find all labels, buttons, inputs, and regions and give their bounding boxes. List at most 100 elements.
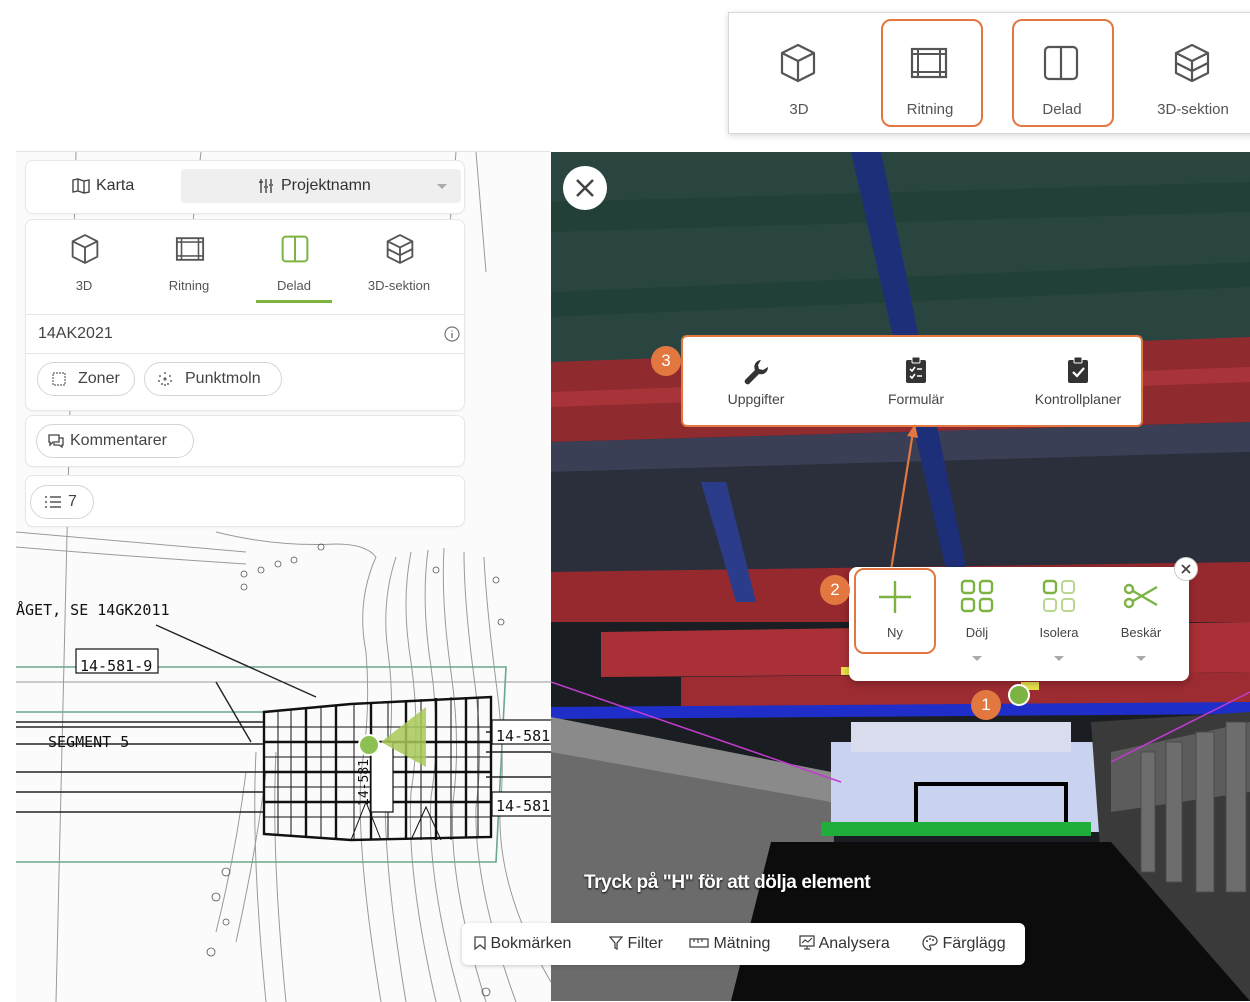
- toolbar-item-label: 3D-sektion: [1157, 101, 1229, 118]
- cad-label-segment: SEGMENT 5: [48, 733, 130, 751]
- list-icon: [45, 496, 61, 508]
- context-item-isolera[interactable]: Isolera: [1018, 567, 1100, 677]
- cube-icon: [780, 43, 816, 83]
- menu-item-formular[interactable]: Formulär: [871, 337, 961, 425]
- bottom-item-analysera[interactable]: Analysera: [799, 923, 890, 965]
- list-count-button[interactable]: 7: [30, 485, 94, 519]
- bottom-item-filter[interactable]: Filter: [608, 923, 664, 965]
- step-badge-2: 2: [820, 575, 850, 605]
- tab-projektnamn-label: Projektnamn: [281, 177, 371, 194]
- callout-title-fragment: [460, 0, 500, 6]
- cad-label-vertical: 14-581: [356, 759, 372, 806]
- highlight-delad: [1012, 19, 1114, 127]
- mode-label: 3D-sektion: [367, 278, 431, 293]
- zone-icon: [52, 372, 66, 386]
- context-item-label: Beskär: [1120, 625, 1162, 640]
- info-icon[interactable]: [444, 326, 460, 342]
- filter-icon: [608, 936, 624, 951]
- toolbar-item-3d-sektion[interactable]: 3D-sektion: [1133, 13, 1250, 133]
- bottom-item-matning[interactable]: Mätning: [689, 923, 770, 965]
- drawing-icon: [175, 237, 205, 261]
- mode-delad-active[interactable]: Delad: [244, 220, 344, 303]
- chevron-down-icon[interactable]: [1053, 655, 1065, 663]
- divider: [26, 353, 464, 354]
- divider: [26, 314, 464, 315]
- bottom-item-label: Mätning: [713, 935, 771, 952]
- hide-element-hint: Tryck på "H" för att dölja element: [584, 872, 871, 893]
- bottom-item-label: Färglägg: [942, 935, 1006, 952]
- bottom-item-label: Analysera: [818, 935, 890, 952]
- cube-section-icon: [1174, 43, 1210, 83]
- cad-label-segment-ref: ÅGET, SE 14GK2011: [16, 601, 170, 619]
- bottom-item-label: Filter: [627, 935, 664, 952]
- comment-icon: [48, 434, 64, 449]
- context-item-beskar[interactable]: Beskär: [1100, 567, 1182, 677]
- highlight-ritning: [881, 19, 983, 127]
- bottom-toolbar: Bokmärken Filter Mätning Analysera Färgl…: [462, 923, 1025, 965]
- mode-3d[interactable]: 3D: [34, 220, 134, 300]
- chip-label: Zoner: [78, 370, 120, 387]
- mode-ritning[interactable]: Ritning: [139, 220, 239, 300]
- wrench-icon: [744, 360, 769, 385]
- comments-label: Kommentarer: [70, 432, 167, 449]
- map-icon: [72, 178, 90, 194]
- element-pin[interactable]: [1008, 684, 1030, 706]
- ruler-icon: [689, 938, 709, 948]
- step-badge-3: 3: [651, 346, 681, 376]
- close-3d-button[interactable]: [563, 166, 607, 210]
- menu-item-label: Formulär: [887, 391, 944, 407]
- cad-label-section: 14-581-9: [80, 657, 153, 675]
- chevron-down-icon: [437, 184, 447, 189]
- view-mode-toolbar-callout: 3D Ritning Delad 3D-sektion: [728, 12, 1250, 134]
- split-view-icon: [281, 235, 309, 263]
- mode-3d-sektion[interactable]: 3D-sektion: [349, 220, 449, 300]
- close-context-menu-button[interactable]: [1174, 557, 1198, 581]
- context-item-dolj[interactable]: Dölj: [936, 567, 1018, 677]
- mode-label: Ritning: [168, 278, 210, 293]
- close-icon: [1181, 564, 1191, 574]
- context-item-label: Isolera: [1039, 625, 1079, 640]
- menu-item-kontrollplaner[interactable]: Kontrollplaner: [1018, 337, 1138, 425]
- toolbar-item-3d[interactable]: 3D: [739, 13, 859, 133]
- menu-item-label: Uppgifter: [727, 391, 785, 407]
- tab-karta[interactable]: Karta: [44, 161, 184, 211]
- cad-label-marker-b: 14-581: [496, 797, 551, 815]
- toolbar-item-label: 3D: [789, 101, 809, 118]
- tab-projektnamn[interactable]: Projektnamn: [181, 169, 461, 203]
- menu-item-label: Kontrollplaner: [1034, 391, 1122, 407]
- context-item-label: Dölj: [965, 625, 989, 640]
- task-type-menu: Uppgifter Formulär Kontrollplaner: [681, 335, 1143, 427]
- menu-item-uppgifter[interactable]: Uppgifter: [711, 337, 801, 425]
- chevron-down-icon[interactable]: [1135, 655, 1147, 663]
- scissors-icon: [1123, 583, 1158, 609]
- chip-zoner[interactable]: Zoner: [37, 362, 135, 396]
- bookmark-icon: [474, 936, 486, 951]
- close-icon: [576, 179, 594, 197]
- point-cloud-icon: [158, 372, 172, 386]
- comments-panel: Kommentarer: [25, 415, 465, 467]
- cube-section-icon: [386, 234, 414, 264]
- isolate-grid-icon: [1042, 579, 1075, 612]
- chevron-down-icon[interactable]: [971, 655, 983, 663]
- bottom-item-farglagg[interactable]: Färglägg: [922, 923, 1006, 965]
- view-mode-panel: 3D Ritning Delad 3D-sektion 14AK2021 Zon…: [25, 219, 465, 411]
- list-count: 7: [68, 493, 77, 510]
- active-mode-underline: [256, 300, 332, 303]
- list-panel: 7: [25, 475, 465, 527]
- map-project-tab-bar: Karta Projektnamn: [25, 160, 465, 214]
- bottom-item-bokmarken[interactable]: Bokmärken: [474, 923, 571, 965]
- hide-grid-icon: [960, 579, 994, 613]
- step-badge-1: 1: [971, 690, 1001, 720]
- tab-karta-label: Karta: [96, 177, 135, 194]
- drawing-id: 14AK2021: [38, 325, 113, 342]
- comments-button[interactable]: Kommentarer: [36, 424, 194, 458]
- mode-label: Delad: [277, 278, 311, 293]
- project-icon: [259, 179, 273, 193]
- callout-arrow: [889, 424, 918, 571]
- bottom-item-label: Bokmärken: [490, 935, 572, 952]
- chip-punktmoln[interactable]: Punktmoln: [144, 362, 282, 396]
- cube-icon: [71, 234, 99, 264]
- chip-label: Punktmoln: [185, 370, 261, 387]
- palette-icon: [922, 935, 938, 951]
- analyze-icon: [799, 935, 815, 950]
